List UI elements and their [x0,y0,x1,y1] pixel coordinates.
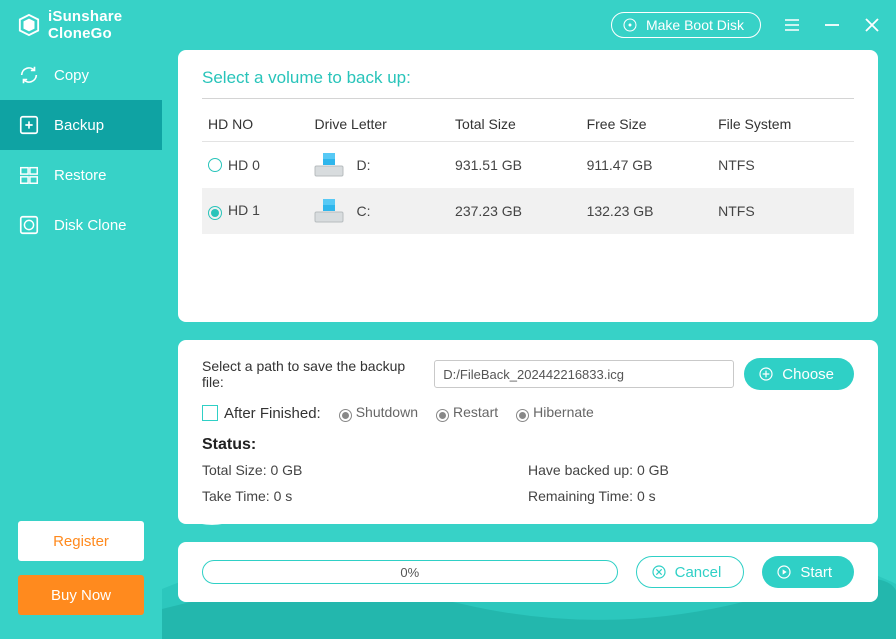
sidebar-item-backup[interactable]: Backup [0,100,162,150]
sidebar-item-restore[interactable]: Restore [0,150,162,200]
status-remaining: Remaining Time: 0 s [528,488,854,504]
refresh-icon [18,64,40,86]
after-opt-hibernate[interactable]: Hibernate [516,404,594,422]
status-time: Take Time: 0 s [202,488,528,504]
after-checkbox[interactable] [202,405,218,421]
progress-panel: 0% Cancel Start [178,542,878,602]
start-button[interactable]: Start [762,556,854,588]
close-button[interactable] [863,16,881,34]
cancel-circle-icon [651,564,667,580]
volume-row[interactable]: HD 0 D: 931.51 GB 911.47 GB NTFS [202,142,854,189]
after-opt-restart[interactable]: Restart [436,404,498,422]
disc-icon [622,17,638,33]
make-boot-disk-label: Make Boot Disk [646,17,744,33]
sidebar-item-label: Backup [54,117,104,134]
make-boot-disk-button[interactable]: Make Boot Disk [611,12,761,38]
main-content: Select a volume to back up: HD NO Drive … [178,50,878,621]
titlebar: iSunshare CloneGo Make Boot Disk [0,0,896,50]
radio-icon [208,206,222,220]
disk-clone-icon [18,214,40,236]
play-circle-icon [776,564,792,580]
choose-button[interactable]: Choose [744,358,854,390]
register-button[interactable]: Register [18,521,144,561]
app-name: iSunshare CloneGo [48,8,122,43]
volumes-title: Select a volume to back up: [202,68,854,99]
status-grid: Total Size: 0 GB Have backed up: 0 GB Ta… [202,462,854,504]
after-opt-shutdown[interactable]: Shutdown [339,404,418,422]
after-label: After Finished: [224,405,321,422]
backup-icon [18,114,40,136]
progress-bar: 0% [202,560,618,584]
path-label: Select a path to save the backup file: [202,358,424,390]
drive-icon [314,152,344,178]
after-finished-row: After Finished: Shutdown Restart Hiberna… [202,404,854,422]
progress-percent: 0% [203,561,617,583]
menu-button[interactable] [783,16,801,34]
volumes-panel: Select a volume to back up: HD NO Drive … [178,50,878,322]
drive-icon [314,198,344,224]
col-fs: File System [712,107,854,142]
radio-icon [208,158,222,172]
options-panel: Select a path to save the backup file: C… [178,340,878,524]
minimize-button[interactable] [823,16,841,34]
sidebar-item-disk-clone[interactable]: Disk Clone [0,200,162,250]
volumes-table: HD NO Drive Letter Total Size Free Size … [202,107,854,234]
restore-icon [18,164,40,186]
sidebar-item-label: Disk Clone [54,217,127,234]
sidebar: Copy Backup Restore Disk Clone Register … [0,50,162,639]
col-free: Free Size [581,107,713,142]
sidebar-item-label: Restore [54,167,107,184]
status-total: Total Size: 0 GB [202,462,528,478]
app-logo-icon [18,13,40,37]
backup-path-input[interactable] [434,360,734,388]
status-backed: Have backed up: 0 GB [528,462,854,478]
sidebar-item-label: Copy [54,67,89,84]
col-total: Total Size [449,107,581,142]
status-title: Status: [202,436,854,454]
buy-now-button[interactable]: Buy Now [18,575,144,615]
plus-circle-icon [758,366,774,382]
volume-row[interactable]: HD 1 C: 237.23 GB 132.23 GB NTFS [202,188,854,234]
col-hdno: HD NO [202,107,308,142]
sidebar-item-copy[interactable]: Copy [0,50,162,100]
col-drive: Drive Letter [308,107,449,142]
cancel-button[interactable]: Cancel [636,556,745,588]
